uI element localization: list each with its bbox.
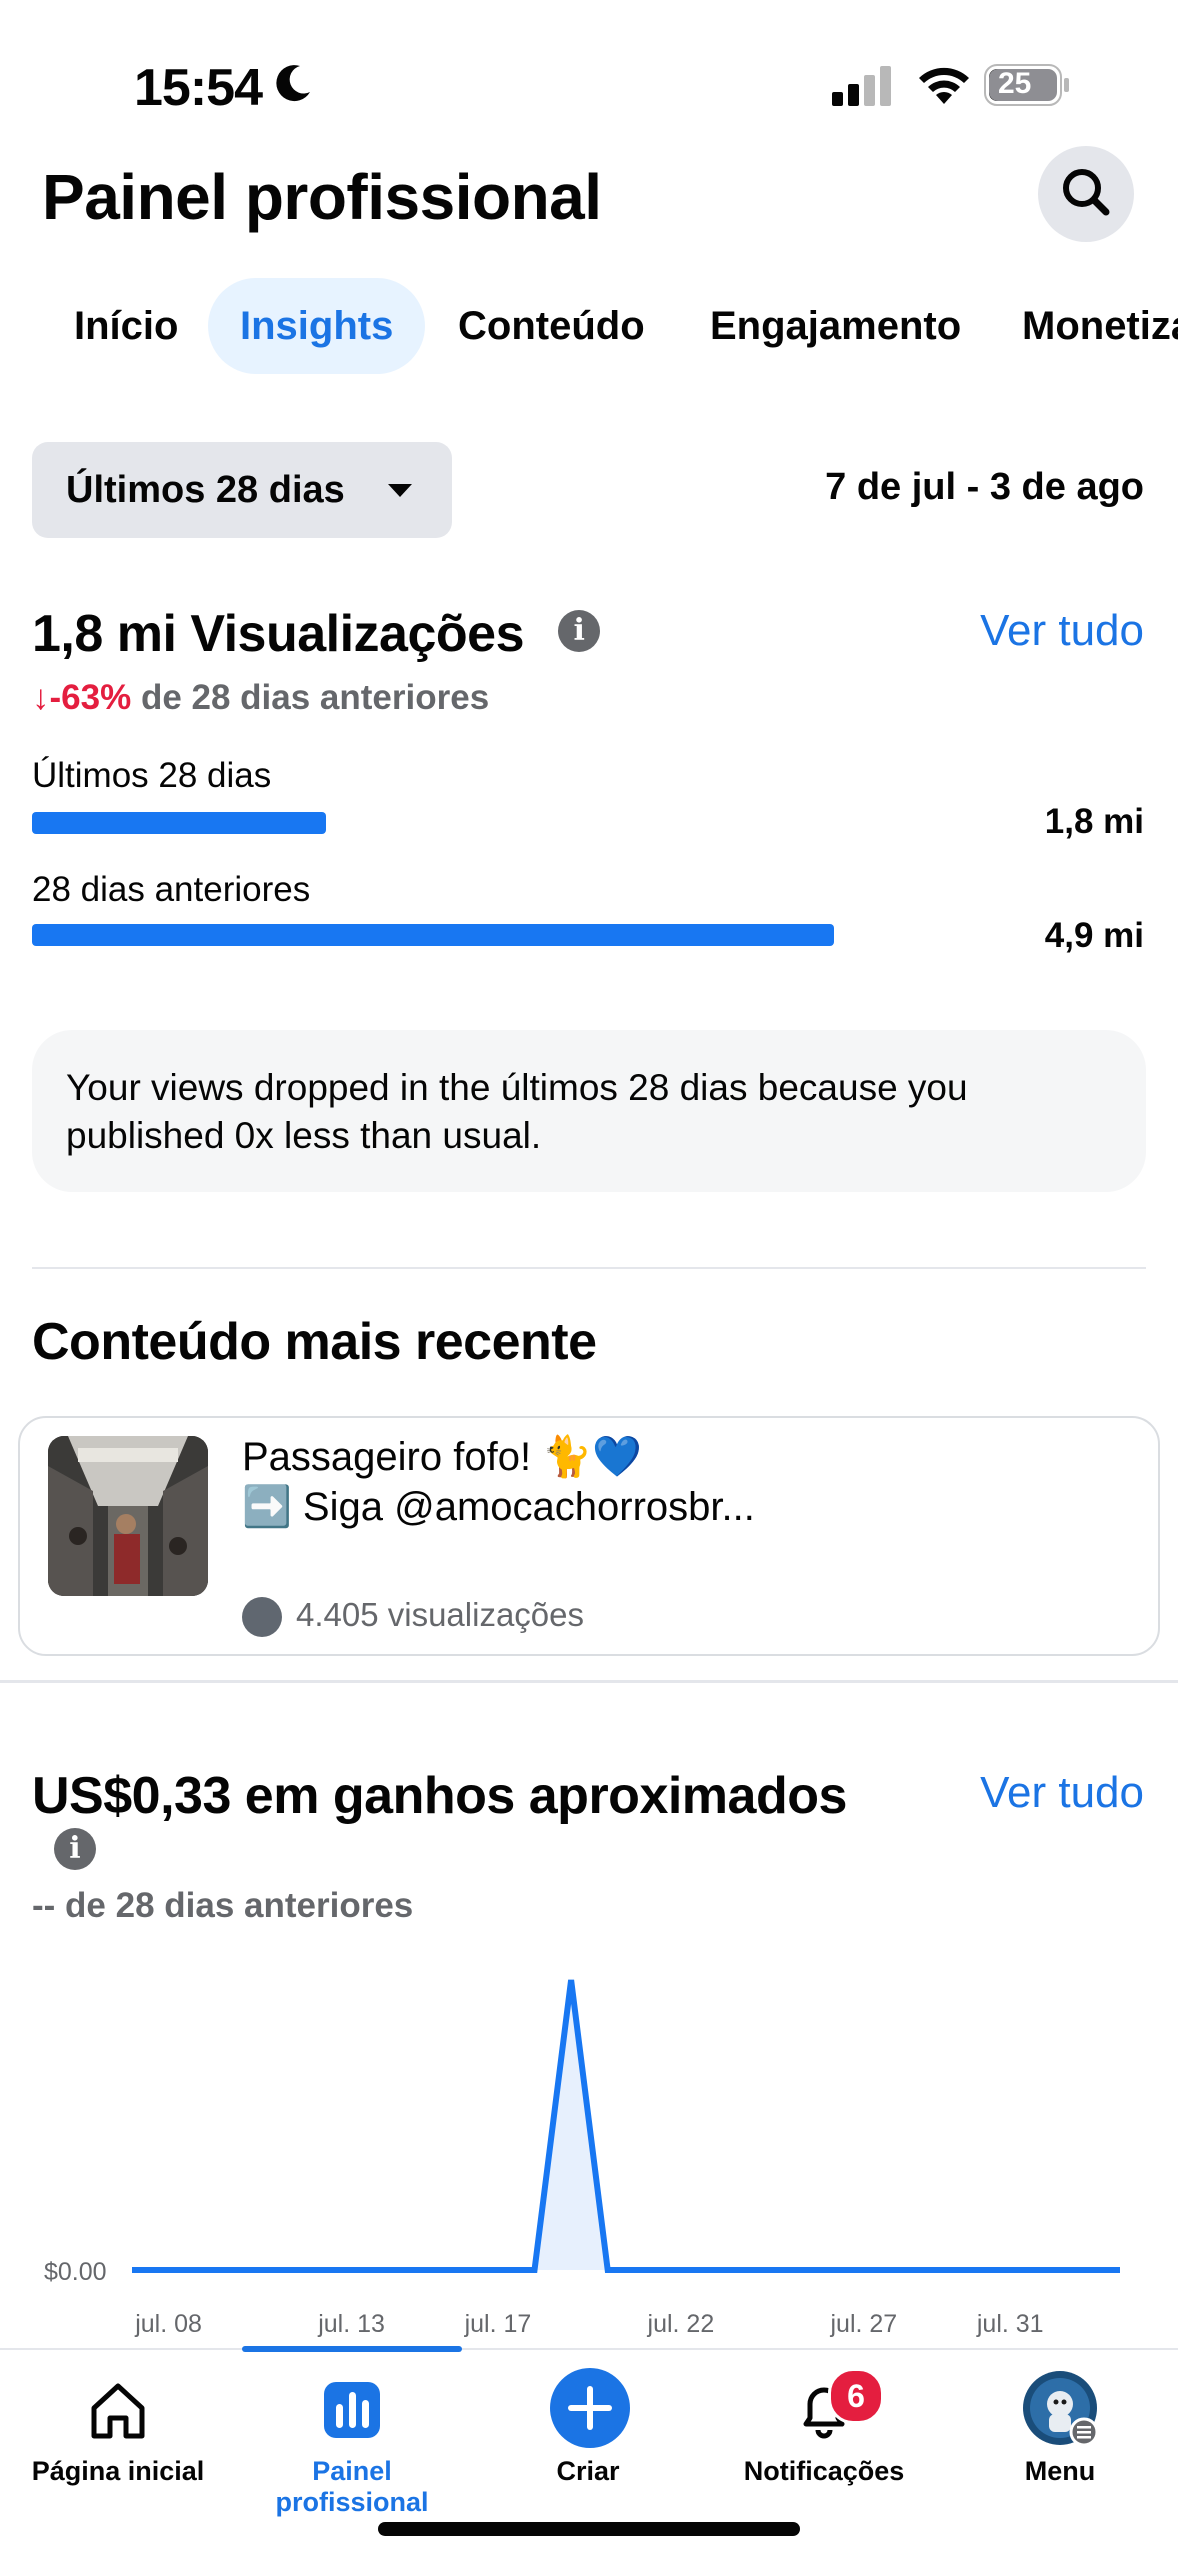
post-caption[interactable]: Passageiro fofo! 🐈💙 ➡️ Siga @amocachorro… (242, 1432, 1062, 1532)
moon-icon (276, 65, 310, 102)
post-views-count: 4.405 visualizações (296, 1596, 585, 1633)
nav-dashboard-label: Painel profissional (275, 2456, 429, 2517)
nav-menu[interactable]: Menu (942, 2350, 1178, 2510)
notification-badge: 6 (828, 2368, 884, 2424)
x-tick-label: jul. 22 (647, 2310, 715, 2338)
active-tab-indicator (242, 2346, 462, 2352)
tab-monetizacao[interactable]: Monetização (990, 278, 1178, 374)
arrow-down-icon: ↓ (32, 678, 50, 717)
home-indicator (378, 2522, 800, 2536)
search-icon (1063, 169, 1110, 216)
current-period-bar (32, 812, 326, 834)
y-tick-label: $0.00 (44, 2258, 107, 2286)
earnings-comparison: -- de 28 dias anteriores (32, 1886, 414, 1925)
post-caption-line2: ➡️ Siga @amocachorrosbr... (242, 1485, 755, 1529)
earnings-line (132, 1979, 1120, 2273)
previous-period-value: 4,9 mi (1044, 916, 1144, 955)
recent-content-title: Conteúdo mais recente (32, 1313, 597, 1371)
current-period-value: 1,8 mi (1044, 802, 1144, 841)
earnings-area (132, 1980, 1120, 2270)
page-title: Painel profissional (42, 161, 602, 233)
views-change-suffix: de 28 dias anteriores (140, 678, 490, 717)
views-insight-note: Your views dropped in the últimos 28 dia… (32, 1030, 1146, 1192)
views-title: 1,8 mi Visualizações i (32, 604, 600, 664)
current-period-label: Últimos 28 dias (32, 756, 272, 795)
x-tick-label: jul. 13 (317, 2310, 385, 2338)
previous-period-bar (32, 924, 834, 946)
cellular-signal-icon (832, 66, 891, 106)
views-title-text: 1,8 mi Visualizações (32, 605, 525, 663)
period-selector[interactable]: Últimos 28 dias (32, 442, 452, 538)
info-icon[interactable]: i (557, 610, 600, 653)
earnings-see-all-link[interactable]: Ver tudo (980, 1768, 1144, 1818)
nav-notifications-label: Notificações (743, 2456, 905, 2486)
tab-conteudo[interactable]: Conteúdo (426, 278, 677, 374)
tab-insights[interactable]: Insights (208, 278, 426, 374)
date-range: 7 de jul - 3 de ago (825, 466, 1144, 508)
nav-professional-dashboard[interactable]: Painel profissional (234, 2350, 470, 2517)
tab-inicio[interactable]: Início (42, 278, 210, 374)
views-see-all-link[interactable]: Ver tudo (980, 606, 1144, 656)
nav-create-label: Criar (556, 2456, 620, 2486)
wifi-icon (919, 67, 969, 104)
previous-period-label: 28 dias anteriores (32, 870, 311, 909)
post-caption-line1: Passageiro fofo! 🐈💙 (242, 1435, 642, 1479)
nav-create[interactable]: Criar (470, 2350, 706, 2510)
views-dot-icon (242, 1597, 282, 1638)
x-tick-label: jul. 31 (976, 2310, 1044, 2338)
plus-icon (550, 2368, 630, 2448)
x-tick-label: jul. 08 (134, 2310, 202, 2338)
nav-home[interactable]: Página inicial (0, 2350, 236, 2510)
section-divider-thick (0, 1680, 1178, 1683)
earnings-title: US$0,33 em ganhos aproximados (32, 1767, 847, 1825)
nav-menu-label: Menu (1024, 2456, 1096, 2486)
battery-indicator: 25 (984, 64, 1070, 106)
x-tick-label: jul. 17 (464, 2310, 532, 2338)
status-time: 15:54 (134, 59, 263, 117)
views-change: ↓-63% de 28 dias anteriores (32, 678, 489, 718)
earnings-info-icon[interactable]: i (54, 1828, 96, 1870)
tab-engajamento[interactable]: Engajamento (678, 278, 993, 374)
post-thumbnail[interactable] (48, 1436, 208, 1596)
search-button[interactable] (1038, 146, 1134, 242)
dashboard-icon (324, 2382, 380, 2438)
nav-home-label: Página inicial (31, 2456, 205, 2486)
caret-down-icon (388, 484, 412, 497)
nav-notifications[interactable]: 6 Notificações (706, 2350, 942, 2510)
section-divider (32, 1267, 1146, 1269)
airplane-cabin-image (48, 1436, 208, 1596)
post-views: 4.405 visualizações (242, 1596, 585, 1638)
profile-avatar (1023, 2371, 1098, 2446)
battery-level: 25 (998, 67, 1032, 100)
earnings-chart: $0.00 jul. 08 jul. 13 jul. 17 jul. 22 jul. 27… (44, 1979, 1120, 2338)
tab-bar: Início Insights Conteúdo Engajamento Mon… (0, 278, 1178, 378)
home-icon (91, 2383, 145, 2439)
x-tick-label: jul. 27 (829, 2310, 897, 2338)
views-change-percent: -63% (49, 678, 132, 717)
period-selector-label: Últimos 28 dias (66, 469, 345, 511)
